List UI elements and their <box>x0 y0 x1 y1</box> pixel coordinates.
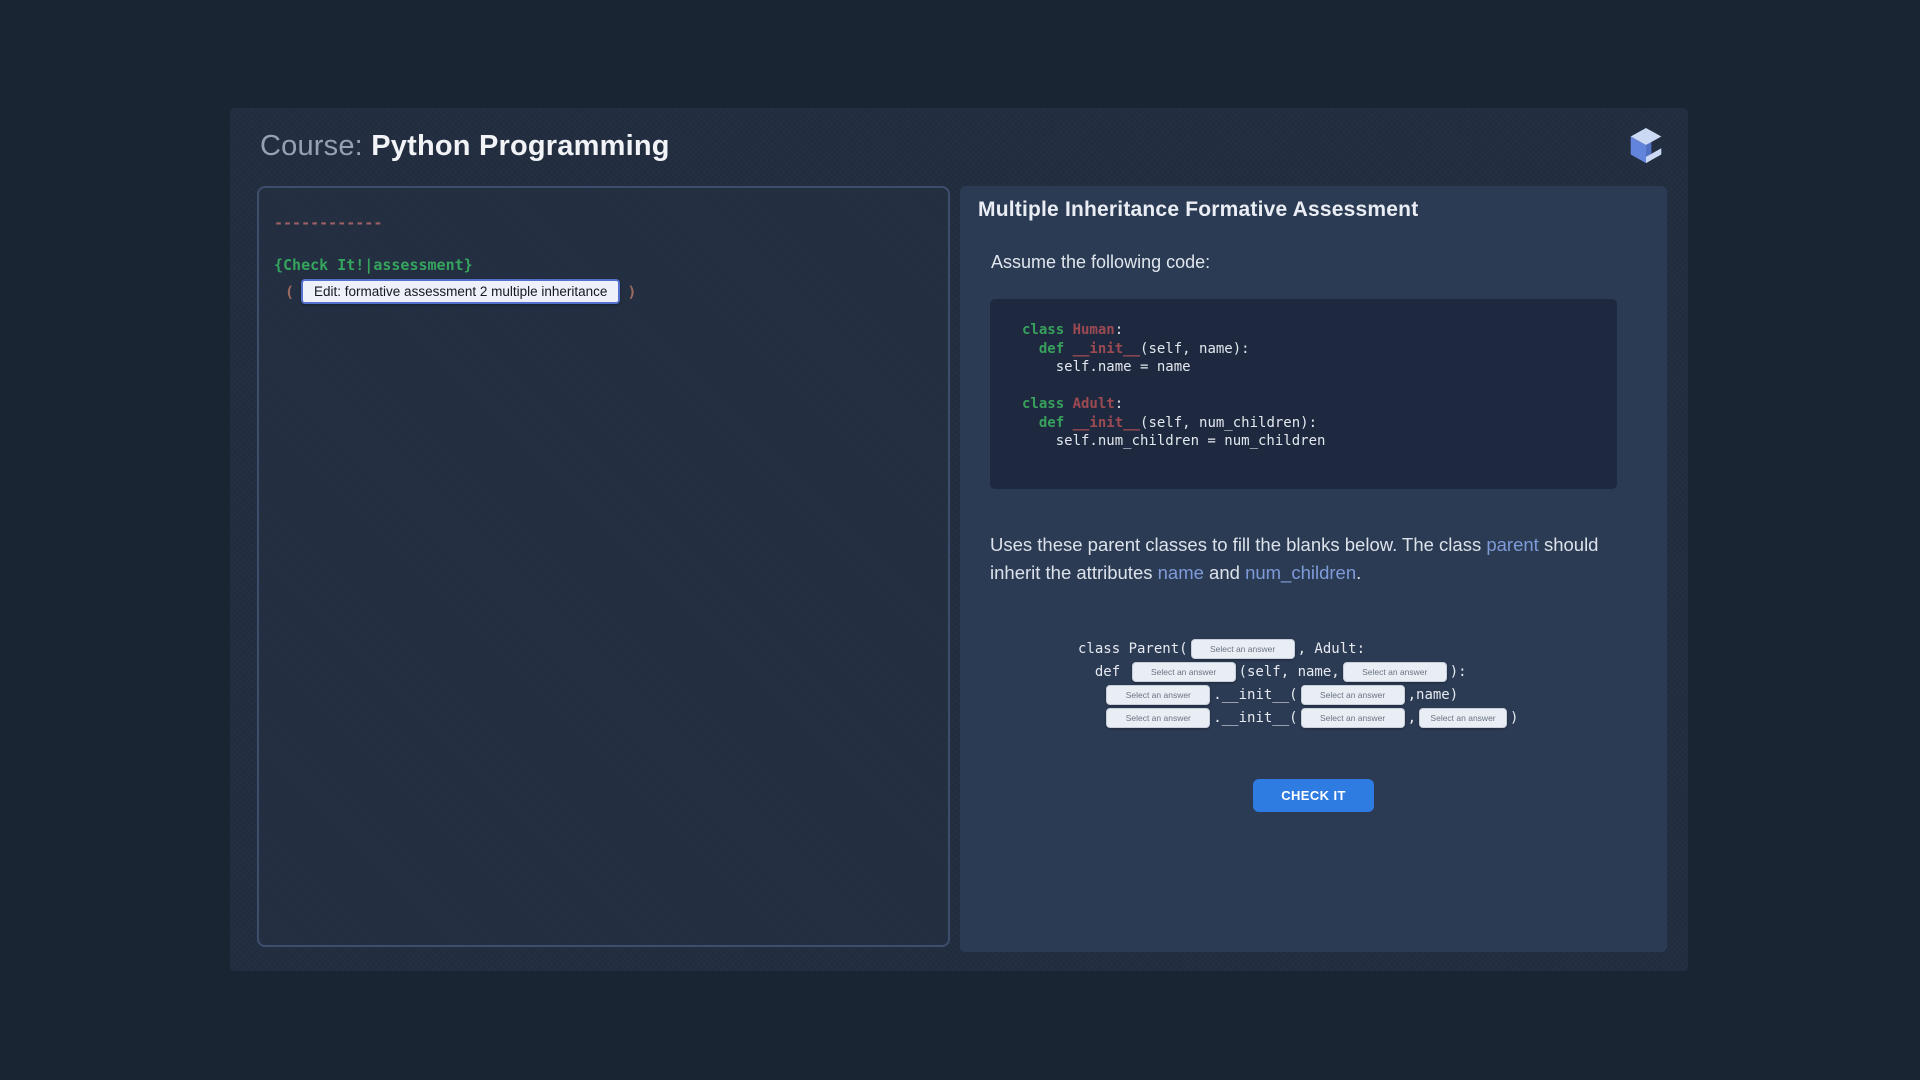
answer-dropdown[interactable]: Select an answer <box>1301 685 1405 705</box>
blank-code-text: ) <box>1510 710 1518 726</box>
blank-code-text <box>1078 687 1103 703</box>
blank-line: Select an answer.__init__(Select an answ… <box>1078 706 1649 729</box>
code-segment: class <box>1022 396 1073 412</box>
code-segment: __init__ <box>1073 415 1140 431</box>
blank-code-text: , Adult: <box>1298 641 1365 657</box>
app-header: Course: Python Programming <box>230 108 1688 184</box>
code-block: class Human: def __init__(self, name): s… <box>990 299 1617 489</box>
blank-code-text: ): <box>1450 664 1467 680</box>
code-line <box>1022 377 1607 396</box>
code-segment: def <box>1039 415 1073 431</box>
code-segment: name <box>1158 562 1204 583</box>
answer-dropdown[interactable]: Select an answer <box>1343 662 1447 682</box>
blank-line: def Select an answer(self, name,Select a… <box>1078 660 1649 683</box>
code-line: self.name = name <box>1022 358 1607 377</box>
code-segment: parent <box>1486 534 1538 555</box>
code-segment: : <box>1115 396 1123 412</box>
blank-code-text <box>1078 710 1103 726</box>
code-segment: self.name = name <box>1022 359 1191 375</box>
code-segment: : <box>1115 322 1123 338</box>
code-segment: (self, name): <box>1140 341 1250 357</box>
close-paren: ) <box>627 283 636 301</box>
code-segment: Human <box>1073 322 1115 338</box>
code-segment: num_children <box>1245 562 1356 583</box>
answer-dropdown[interactable]: Select an answer <box>1106 685 1210 705</box>
code-line: self.num_children = num_children <box>1022 432 1607 451</box>
blank-code-text: .__init__( <box>1213 710 1297 726</box>
assessment-subtitle: Assume the following code: <box>991 252 1649 273</box>
code-segment <box>1022 415 1039 431</box>
course-window: Course: Python Programming ------------ … <box>230 108 1688 971</box>
instruction-text: Uses these parent classes to fill the bl… <box>990 531 1604 587</box>
blank-code-text: def <box>1078 664 1129 680</box>
code-segment: Adult <box>1073 396 1115 412</box>
blank-code-text: (self, name, <box>1239 664 1340 680</box>
code-segment: def <box>1039 341 1073 357</box>
code-segment: and <box>1204 562 1245 583</box>
editor-panel[interactable]: ------------ {Check It!|assessment} ( Ed… <box>257 186 950 947</box>
code-segment: __init__ <box>1073 341 1140 357</box>
code-segment: Uses these parent classes to fill the bl… <box>990 534 1486 555</box>
code-segment: class <box>1022 322 1073 338</box>
panels-row: ------------ {Check It!|assessment} ( Ed… <box>230 184 1688 952</box>
open-paren: ( <box>285 283 294 301</box>
answer-dropdown[interactable]: Select an answer <box>1106 708 1210 728</box>
answer-dropdown[interactable]: Select an answer <box>1191 639 1295 659</box>
editor-dashes: ------------ <box>274 214 933 232</box>
blank-code-text: class Parent( <box>1078 641 1188 657</box>
edit-row: ( Edit: formative assessment 2 multiple … <box>285 279 933 304</box>
blank-line: Select an answer.__init__(Select an answ… <box>1078 683 1649 706</box>
code-line: class Adult: <box>1022 395 1607 414</box>
edit-assessment-button[interactable]: Edit: formative assessment 2 multiple in… <box>301 279 620 304</box>
answer-dropdown[interactable]: Select an answer <box>1419 708 1507 728</box>
code-segment: self.num_children = num_children <box>1022 433 1325 449</box>
code-segment <box>1022 341 1039 357</box>
blank-code-text: .__init__( <box>1213 687 1297 703</box>
answer-dropdown[interactable]: Select an answer <box>1132 662 1236 682</box>
code-line: def __init__(self, num_children): <box>1022 414 1607 433</box>
answer-dropdown[interactable]: Select an answer <box>1301 708 1405 728</box>
assessment-panel: Multiple Inheritance Formative Assessmen… <box>960 186 1667 952</box>
course-title: Python Programming <box>371 130 669 162</box>
blank-code-text: ,name) <box>1408 687 1459 703</box>
codio-cube-logo-icon <box>1628 126 1664 166</box>
page-title: Course: Python Programming <box>260 130 670 163</box>
code-segment: . <box>1356 562 1361 583</box>
code-line: def __init__(self, name): <box>1022 340 1607 359</box>
blanks-code: class Parent(Select an answer, Adult: de… <box>1078 637 1649 729</box>
page: Course: Python Programming ------------ … <box>0 0 1920 1080</box>
assessment-title: Multiple Inheritance Formative Assessmen… <box>978 198 1649 222</box>
blank-code-text: , <box>1408 710 1416 726</box>
code-segment: (self, num_children): <box>1140 415 1317 431</box>
code-line: class Human: <box>1022 321 1607 340</box>
course-label: Course: <box>260 130 363 162</box>
blank-line: class Parent(Select an answer, Adult: <box>1078 637 1649 660</box>
check-it-button[interactable]: CHECK IT <box>1253 779 1374 812</box>
editor-directive: {Check It!|assessment} <box>274 256 933 274</box>
